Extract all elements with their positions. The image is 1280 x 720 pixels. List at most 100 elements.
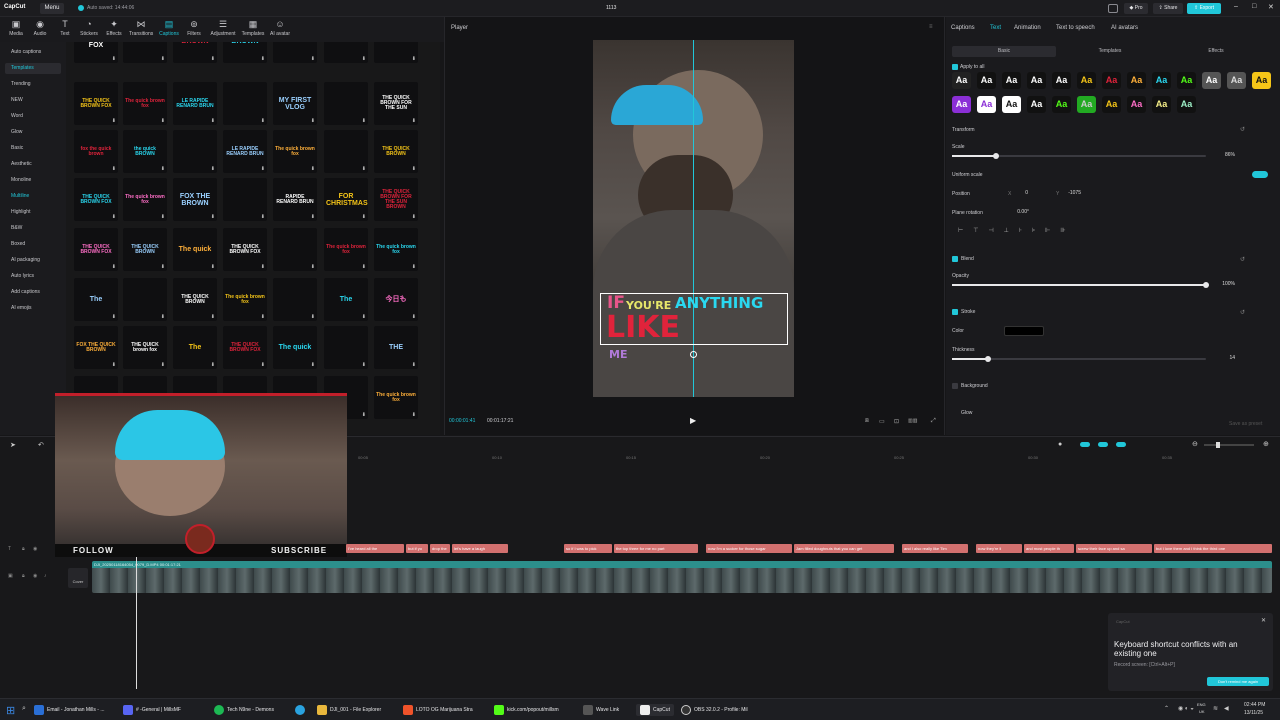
mic-icon[interactable]: ● [1058, 441, 1062, 448]
caption-template-tile[interactable]: THE QUICK BROWN ⬇ [374, 130, 418, 173]
caption-template-tile[interactable]: ⬇ [324, 326, 368, 369]
tool-adjustment[interactable]: ☰ Adjustment [210, 19, 236, 40]
caption-template-tile[interactable]: The ⬇ [74, 278, 118, 321]
caption-template-tile[interactable]: BROWN ⬇ [223, 42, 267, 63]
download-icon[interactable]: ⬇ [311, 167, 315, 172]
download-icon[interactable]: ⬇ [412, 413, 416, 418]
download-icon[interactable]: ⬇ [362, 315, 366, 320]
caption-template-tile[interactable]: 今日も ⬇ [374, 278, 418, 321]
zoom-knob[interactable] [1216, 442, 1220, 448]
region-label[interactable]: UK [1199, 709, 1205, 714]
caption-template-tile[interactable]: ⬇ [273, 228, 317, 271]
caption-clip[interactable]: but I love them and I think the third on… [1154, 544, 1272, 553]
caption-template-tile[interactable]: The quick brown fox ⬇ [324, 228, 368, 271]
download-icon[interactable]: ⬇ [261, 215, 265, 220]
tool-ai-avatar[interactable]: ☺ AI avatar [268, 19, 292, 40]
caption-template-tile[interactable]: ⬇ [324, 130, 368, 173]
nav-aesthetic[interactable]: Aesthetic [5, 159, 61, 170]
dont-remind-button[interactable]: Don't remind me again [1207, 677, 1269, 686]
nav-boxed[interactable]: Boxed [5, 239, 61, 250]
blend-checkbox[interactable] [952, 256, 958, 262]
text-style-swatch[interactable]: Aa [1102, 96, 1121, 113]
eye-icon[interactable]: ◉ [33, 546, 37, 552]
tool-captions[interactable]: ▤ Captions [157, 19, 181, 40]
zoom-in-icon[interactable]: ⊕ [1263, 440, 1269, 448]
caption-template-tile[interactable]: THE QUICK BROWN FOX ⬇ [74, 82, 118, 125]
ratio-select-icon[interactable]: ▥▥ [908, 418, 917, 424]
text-style-swatch[interactable]: Aa [952, 72, 971, 89]
reset-icon[interactable]: ↺ [1240, 126, 1245, 133]
tray-icons[interactable]: ◉ ◐ ◒ [1178, 705, 1194, 712]
tool-effects[interactable]: ✦ Effects [102, 19, 126, 40]
project-name[interactable]: 1113 [606, 5, 616, 11]
caption-template-tile[interactable]: RAPIDE RENARD BRUN ⬇ [273, 178, 317, 221]
taskbar-wavelink[interactable]: Wave Link [583, 704, 619, 716]
download-icon[interactable]: ⬇ [161, 265, 165, 270]
caption-template-tile[interactable]: The quick brown fox ⬇ [123, 178, 167, 221]
nav-auto-lyrics[interactable]: Auto lyrics [5, 271, 61, 282]
caption-template-tile[interactable]: FOX THE BROWN ⬇ [173, 178, 217, 221]
download-icon[interactable]: ⬇ [311, 119, 315, 124]
text-style-swatch[interactable]: Aa [1177, 96, 1196, 113]
download-icon[interactable]: ⬇ [161, 363, 165, 368]
download-icon[interactable]: ⬇ [211, 363, 215, 368]
taskbar-kick[interactable]: kick.com/popout/millsm [494, 704, 559, 716]
wifi-icon[interactable]: ≋ [1213, 705, 1218, 712]
text-style-swatch[interactable]: Aa [1127, 96, 1146, 113]
rotation-input[interactable]: 0.00° [1008, 208, 1032, 217]
download-icon[interactable]: ⬇ [112, 167, 116, 172]
apply-all-checkbox[interactable] [952, 64, 958, 70]
download-icon[interactable]: ⬇ [412, 315, 416, 320]
share-button[interactable]: ⇪ Share [1153, 3, 1183, 14]
text-style-swatch[interactable]: Aa [1052, 96, 1071, 113]
rotate-handle-icon[interactable] [690, 351, 697, 358]
caption-template-tile[interactable]: THE QUICK BROWN FOR THE SUN BROWN ⬇ [374, 178, 418, 221]
caption-template-tile[interactable]: LE RAPIDE RENARD BRUN ⬇ [223, 130, 267, 173]
nav-word[interactable]: Word [5, 111, 61, 122]
caption-template-tile[interactable]: THE QUICK BROWN FOX ⬇ [74, 228, 118, 271]
tool-transitions[interactable]: ⋈ Transitions [129, 19, 153, 40]
download-icon[interactable]: ⬇ [362, 57, 366, 62]
download-icon[interactable]: ⬇ [261, 363, 265, 368]
download-icon[interactable]: ⬇ [362, 413, 366, 418]
download-icon[interactable]: ⬇ [362, 215, 366, 220]
pos-x-input[interactable]: 0 [1015, 189, 1031, 198]
download-icon[interactable]: ⬇ [362, 167, 366, 172]
nav-trending[interactable]: Trending [5, 79, 61, 90]
export-button[interactable]: ⇧ Export [1187, 3, 1221, 14]
taskbar-email[interactable]: Email - Jonathan Mills - ... [34, 704, 105, 716]
caption-template-tile[interactable]: LE RAPIDE RENARD BRUN ⬇ [173, 82, 217, 125]
text-style-swatch[interactable]: Aa [977, 72, 996, 89]
stroke-checkbox[interactable] [952, 309, 958, 315]
menu-button[interactable]: Menu [40, 3, 64, 14]
eye-icon[interactable]: ◉ [33, 573, 37, 579]
subtab-basic[interactable]: Basic [952, 46, 1056, 57]
preview-axis-toggle[interactable] [1116, 442, 1126, 447]
text-style-swatch[interactable]: Aa [1127, 72, 1146, 89]
alignment-buttons[interactable]: ⊢⊤⊣⊥⊦⊧⊩⊪ [952, 226, 1098, 237]
download-icon[interactable]: ⬇ [261, 167, 265, 172]
caption-template-tile[interactable]: THE QUICK BROWN FOX ⬇ [223, 228, 267, 271]
caption-template-tile[interactable]: fox the quick brown ⬇ [74, 130, 118, 173]
zoom-out-icon[interactable]: ⊖ [1192, 440, 1198, 448]
caption-clip[interactable]: the top three for me no part [614, 544, 698, 553]
caption-template-tile[interactable]: The quick brown fox ⬇ [374, 376, 418, 419]
download-icon[interactable]: ⬇ [412, 215, 416, 220]
link-toggle[interactable] [1098, 442, 1108, 447]
thickness-slider[interactable] [952, 356, 1206, 362]
caption-template-tile[interactable]: The quick brown fox ⬇ [123, 82, 167, 125]
tool-stickers[interactable]: ◔ Stickers [77, 19, 101, 40]
nav-ai-packaging[interactable]: AI packaging [5, 255, 61, 266]
stroke-heading[interactable]: Stroke [961, 309, 975, 315]
text-style-swatch[interactable]: Aa [1102, 72, 1121, 89]
download-icon[interactable]: ⬇ [211, 315, 215, 320]
nav-bw[interactable]: B&W [5, 223, 61, 234]
text-style-swatch[interactable]: Aa [1152, 96, 1171, 113]
download-icon[interactable]: ⬇ [211, 57, 215, 62]
download-icon[interactable]: ⬇ [311, 363, 315, 368]
opacity-slider[interactable] [952, 282, 1209, 288]
clock-date[interactable]: 13/11/25 [1244, 710, 1263, 716]
text-style-swatch[interactable]: Aa [1002, 96, 1021, 113]
caption-clip[interactable]: now I'm a sucker for those sugar [706, 544, 792, 553]
tab-ai-avatars[interactable]: AI avatars [1111, 25, 1138, 31]
